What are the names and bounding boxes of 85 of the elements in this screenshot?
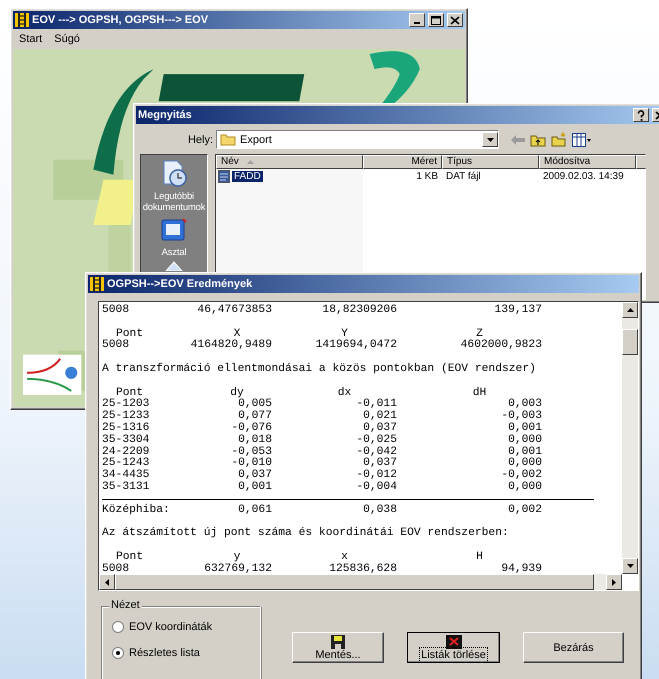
table-cell-text: -0,053 bbox=[230, 446, 272, 458]
file-type: DAT fájl bbox=[445, 170, 482, 182]
radio-label[interactable]: EOV koordináták bbox=[129, 621, 212, 633]
table-cell-text: 0,000 bbox=[507, 482, 542, 494]
menu-item[interactable]: Súgó bbox=[50, 33, 84, 45]
table-cell-text: 0,037 bbox=[362, 458, 397, 470]
column-header[interactable]: Név bbox=[216, 155, 363, 169]
radio-label[interactable]: Részletes lista bbox=[129, 647, 200, 659]
table-cell-text: 46,47673853 bbox=[196, 305, 272, 317]
column-header: Z bbox=[476, 328, 483, 340]
place-label[interactable]: Legutóbbi dokumentumok bbox=[141, 191, 207, 213]
column-header: dx bbox=[336, 388, 352, 400]
table-cell-text: 4602000,9823 bbox=[460, 340, 542, 352]
table-cell-text: -0,076 bbox=[230, 422, 272, 434]
location-label: Hely: bbox=[186, 134, 214, 146]
group-title: Nézet bbox=[109, 599, 142, 611]
table-cell-text: 0,000 bbox=[507, 434, 542, 446]
table-cell-text: 35-3304 bbox=[102, 434, 150, 446]
table-cell-text: -0,011 bbox=[355, 399, 397, 410]
section-heading: A transzformáció ellentmondásai a közös pontokban (EOV rendszer) bbox=[102, 364, 537, 376]
table-cell-text: 94,939 bbox=[500, 564, 542, 574]
table-cell-text: -0,025 bbox=[355, 434, 397, 446]
column-header[interactable]: Típus bbox=[442, 155, 539, 169]
table-cell-text: 0,002 bbox=[507, 504, 542, 517]
table-cell-text: -0,042 bbox=[355, 446, 397, 458]
save-button[interactable]: Mentés... bbox=[292, 632, 384, 663]
table-cell-text: 0,021 bbox=[362, 411, 397, 422]
column-header: Pont bbox=[116, 328, 144, 340]
table-cell-text: 5008 bbox=[102, 305, 130, 317]
table-cell-text: Középhiba: bbox=[102, 504, 171, 517]
table-cell-text: -0,003 bbox=[500, 411, 542, 422]
table-cell-text: 0,038 bbox=[362, 504, 397, 517]
file-name[interactable]: FADD bbox=[232, 170, 263, 182]
table-cell-text: 0,077 bbox=[237, 411, 272, 422]
column-header[interactable]: Méret bbox=[363, 155, 442, 169]
table-cell-text: 0,037 bbox=[362, 422, 397, 434]
menu-item[interactable]: Start bbox=[15, 33, 46, 45]
table-cell-text: 25-1233 bbox=[102, 411, 150, 422]
table-cell-text: -0,012 bbox=[355, 470, 397, 482]
column-header: X bbox=[234, 328, 240, 340]
file-size: 1 KB bbox=[415, 170, 439, 182]
column-header: H bbox=[475, 552, 484, 564]
table-cell-text: 125836,628 bbox=[328, 564, 397, 574]
table-cell-text: 24-2209 bbox=[102, 446, 150, 458]
table-cell-text: 0,000 bbox=[507, 458, 542, 470]
table-cell-text: 0,001 bbox=[507, 422, 542, 434]
table-cell-text: 0,001 bbox=[507, 446, 542, 458]
table-cell-text: 34-4435 bbox=[102, 470, 150, 482]
column-header[interactable]: Módosítva bbox=[539, 155, 636, 169]
table-cell-text: 632769,132 bbox=[203, 564, 272, 574]
column-header: Y bbox=[341, 328, 348, 340]
table-cell-text: 35-3131 bbox=[102, 482, 150, 494]
location-dropdown[interactable]: Export bbox=[216, 130, 499, 149]
table-cell-text: 0,005 bbox=[237, 399, 272, 410]
table-cell-text: -0,004 bbox=[355, 482, 397, 494]
clear-lists-button[interactable]: Listák törlése bbox=[407, 632, 500, 663]
table-cell-text: -0,010 bbox=[230, 458, 272, 470]
table-cell-text: 5008 bbox=[102, 340, 130, 352]
table-cell-text: 25-1243 bbox=[102, 458, 150, 470]
table-cell-text: 139,137 bbox=[494, 305, 542, 317]
section-heading: Az átszámított új pont száma és koordinátái EOV rendszerben: bbox=[102, 528, 510, 540]
table-cell-text: 0,061 bbox=[237, 504, 272, 517]
table-cell-text: 0,003 bbox=[507, 399, 542, 410]
table-cell-text: 4164820,9489 bbox=[190, 340, 272, 352]
table-cell-text: 25-1203 bbox=[102, 399, 150, 410]
window-title: EOV ---> OGPSH, OGPSH---> EOV bbox=[32, 14, 210, 26]
column-header: x bbox=[340, 552, 349, 564]
table-cell-text: 5008 bbox=[102, 564, 130, 574]
column-header: y bbox=[232, 552, 242, 564]
window-title: OGPSH-->EOV Eredmények bbox=[107, 278, 254, 290]
column-header: dH bbox=[472, 388, 488, 400]
table-cell-text: 0,037 bbox=[237, 470, 272, 482]
column-header: Pont bbox=[115, 552, 144, 564]
table-cell-text: 18,82309206 bbox=[321, 305, 397, 317]
table-cell-text: 0,001 bbox=[237, 482, 272, 494]
close-button[interactable]: Bezárás bbox=[523, 632, 624, 663]
place-label[interactable]: Asztal bbox=[162, 247, 186, 258]
table-cell-text: 0,018 bbox=[237, 434, 272, 446]
column-header: Pont bbox=[116, 388, 144, 399]
table-cell-text: 1419694,0472 bbox=[314, 340, 397, 352]
table-cell-text: 25-1316 bbox=[102, 422, 150, 434]
column-header: dy bbox=[229, 388, 244, 399]
file-modified: 2009.02.03. 14:39 bbox=[542, 170, 625, 182]
table-cell-text: -0,002 bbox=[500, 470, 542, 482]
window-title: Megnyitás bbox=[138, 109, 193, 121]
